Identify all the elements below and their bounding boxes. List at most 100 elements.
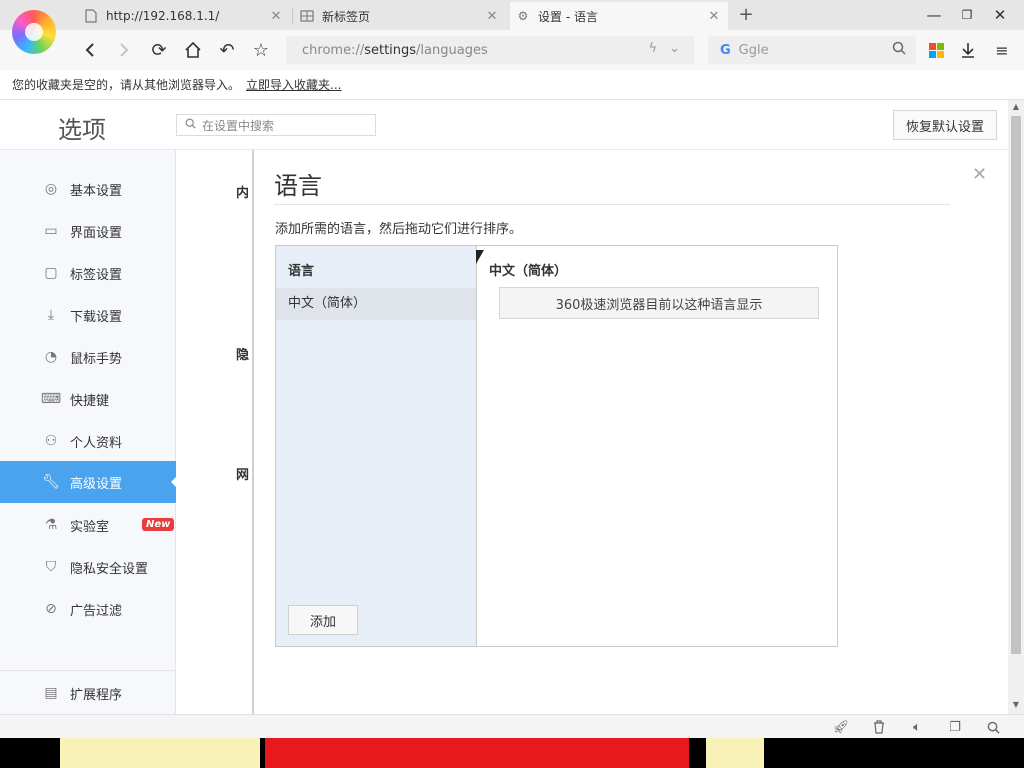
reload-icon[interactable]: ⟳	[147, 38, 171, 62]
speaker-icon[interactable]: 🔈︎	[908, 719, 926, 735]
section-label-privacy: 隐	[236, 348, 250, 363]
sidebar-item-lab[interactable]: ⚗ 实验室 New	[0, 504, 176, 546]
new-badge: New	[142, 518, 175, 531]
tab-settings[interactable]: ⚙ 设置 - 语言 ✕	[510, 2, 728, 30]
page-title: 选项	[58, 116, 106, 144]
language-detail: 中文（简体） 360极速浏览器目前以这种语言显示	[477, 246, 837, 646]
flask-icon: ⚗	[44, 517, 58, 533]
restore-window-button[interactable]: ❐	[955, 4, 979, 26]
wrench-icon: 🔧︎	[42, 474, 60, 490]
close-icon[interactable]: ✕	[706, 9, 722, 24]
status-bar: 🚀︎ 🔈︎ ❐	[0, 714, 1024, 738]
section-label-network: 网	[236, 468, 250, 483]
dialog-description: 添加所需的语言，然后拖动它们进行排序。	[275, 222, 523, 237]
google-icon: G	[720, 42, 731, 58]
lightning-icon[interactable]: ϟ	[649, 41, 658, 56]
restore-defaults-button[interactable]: 恢复默认设置	[893, 110, 997, 140]
close-icon[interactable]: ✕	[972, 164, 987, 185]
sidebar-item-label: 隐私安全设置	[70, 561, 149, 577]
url-host: settings	[364, 42, 417, 58]
undo-icon[interactable]: ↶	[215, 38, 239, 62]
sidebar-item-label: 高级设置	[70, 476, 123, 492]
page-scrollbar[interactable]: ▲ ▼	[1008, 100, 1024, 714]
tab-icon: ▢	[44, 265, 58, 281]
settings-sidebar: ◎ 基本设置 ▭ 界面设置 ▢ 标签设置 ⤓ 下载设置 ◔ 鼠标手势 ⌨ 快捷键…	[0, 150, 177, 714]
navigation-bar: ⟳ ↶ ☆ chrome://settings/languages ϟ ⌄ G …	[0, 30, 1024, 70]
sidebar-item-label: 实验室	[70, 519, 110, 535]
sidebar-item-label: 扩展程序	[70, 687, 123, 703]
address-bar[interactable]: chrome://settings/languages ϟ ⌄	[286, 36, 694, 64]
search-icon[interactable]	[892, 41, 906, 59]
bookmark-empty-notice: 您的收藏夹是空的，请从其他浏览器导入。	[12, 78, 241, 92]
search-placeholder: Ggle	[738, 42, 769, 58]
sidebar-item-adblock[interactable]: ⊘ 广告过滤	[0, 588, 176, 630]
close-window-button[interactable]: ✕	[988, 4, 1012, 26]
forward-button[interactable]	[112, 38, 136, 62]
title-bar: http://192.168.1.1/ ✕ 新标签页 ✕ ⚙ 设置 - 语言 ✕…	[0, 0, 1024, 30]
sidebar-divider	[0, 670, 176, 671]
sidebar-item-extensions[interactable]: ▤ 扩展程序	[0, 672, 176, 714]
sidebar-item-interface[interactable]: ▭ 界面设置	[0, 210, 176, 252]
grid-icon	[300, 9, 314, 23]
apps-icon[interactable]	[924, 38, 948, 62]
language-dialog: 语言 ✕ 添加所需的语言，然后拖动它们进行排序。 语言 中文（简体） 添加 中文…	[252, 150, 1008, 714]
sidebar-item-profile[interactable]: ⚇ 个人资料	[0, 420, 176, 462]
menu-icon[interactable]: ≡	[990, 38, 1014, 62]
home-icon[interactable]	[181, 38, 205, 62]
sidebar-item-label: 鼠标手势	[70, 351, 123, 367]
selected-language-title: 中文（简体）	[489, 264, 568, 279]
sidebar-item-advanced[interactable]: 🔧︎ 高级设置	[0, 461, 177, 503]
scrollbar-thumb[interactable]	[1011, 116, 1021, 654]
download-icon[interactable]	[956, 38, 980, 62]
desktop-background	[0, 738, 1024, 768]
close-icon[interactable]: ✕	[484, 9, 500, 24]
scroll-down-icon[interactable]: ▼	[1008, 698, 1024, 712]
tab-title: 设置 - 语言	[538, 9, 598, 24]
settings-search-input[interactable]: 在设置中搜索	[176, 114, 376, 136]
section-label-content: 内	[236, 186, 250, 201]
search-placeholder: 在设置中搜索	[202, 118, 275, 133]
tab-title: 新标签页	[322, 9, 371, 24]
url-path: /languages	[416, 42, 488, 58]
search-icon[interactable]	[984, 719, 1002, 735]
mouse-cursor	[476, 250, 484, 264]
sidebar-item-shortcuts[interactable]: ⌨ 快捷键	[0, 378, 176, 420]
sidebar-item-label: 标签设置	[70, 267, 123, 283]
keyboard-icon: ⌨	[40, 391, 62, 407]
sidebar-item-mouse-gesture[interactable]: ◔ 鼠标手势	[0, 336, 176, 378]
person-icon: ⚇	[44, 433, 58, 449]
add-language-button[interactable]: 添加	[288, 605, 358, 635]
sidebar-item-label: 快捷键	[70, 393, 110, 409]
window-icon: ▭	[44, 223, 58, 239]
browser-logo[interactable]	[12, 10, 56, 54]
back-button[interactable]	[78, 38, 102, 62]
settings-header: 选项 在设置中搜索 恢复默认设置	[0, 100, 1008, 150]
chevron-down-icon[interactable]: ⌄	[669, 41, 680, 56]
minimize-button[interactable]: —	[922, 4, 946, 26]
tab-separator	[292, 8, 293, 24]
trash-icon[interactable]	[870, 719, 888, 735]
download-icon: ⤓	[47, 307, 55, 323]
desktop-art-yellow-2	[706, 738, 764, 768]
new-tab-button[interactable]: +	[736, 4, 756, 26]
language-list-item[interactable]: 中文（简体）	[276, 288, 476, 320]
sidebar-item-label: 界面设置	[70, 225, 123, 241]
scroll-up-icon[interactable]: ▲	[1008, 100, 1024, 114]
sidebar-item-label: 广告过滤	[70, 603, 123, 619]
import-bookmarks-link[interactable]: 立即导入收藏夹...	[246, 76, 341, 93]
search-engine-box[interactable]: G Ggle	[708, 36, 916, 64]
close-icon[interactable]: ✕	[268, 9, 284, 24]
tab-title: http://192.168.1.1/	[106, 9, 220, 23]
gear-icon: ⚙	[517, 9, 529, 23]
sidebar-item-basic[interactable]: ◎ 基本设置	[0, 168, 176, 210]
window-icon[interactable]: ❐	[946, 719, 964, 735]
star-icon[interactable]: ☆	[249, 38, 273, 62]
tab-router[interactable]: http://192.168.1.1/ ✕	[78, 2, 290, 30]
display-language-button[interactable]: 360极速浏览器目前以这种语言显示	[499, 287, 819, 319]
sidebar-item-label: 下载设置	[70, 309, 123, 325]
sidebar-item-privacy[interactable]: ⛉ 隐私安全设置	[0, 546, 176, 588]
sidebar-item-download[interactable]: ⤓ 下载设置	[0, 294, 176, 336]
sidebar-item-tabs[interactable]: ▢ 标签设置	[0, 252, 176, 294]
tab-newtab[interactable]: 新标签页 ✕	[294, 2, 506, 30]
rocket-icon[interactable]: 🚀︎	[832, 719, 850, 735]
